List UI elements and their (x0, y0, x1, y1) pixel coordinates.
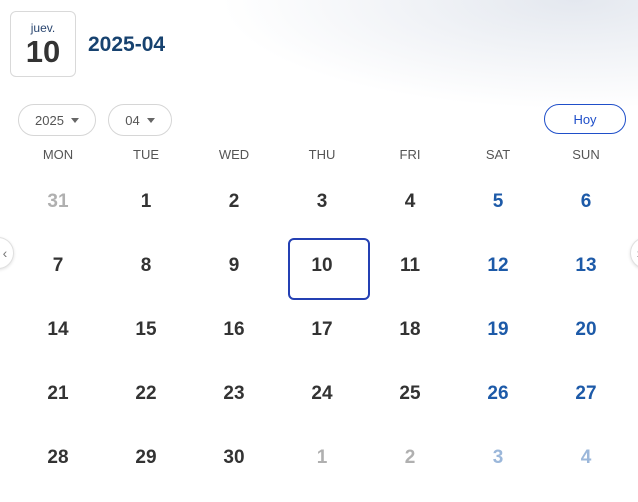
calendar-day-number: 28 (47, 447, 69, 468)
calendar-day-number: 8 (140, 255, 152, 276)
calendar-day-number: 12 (487, 255, 509, 276)
calendar-day-cell[interactable]: 21 (14, 362, 102, 426)
weekday-label: TUE (133, 147, 159, 162)
calendar-week-row: 14 15 16 17 18 19 20 (14, 298, 630, 362)
calendar-day-cell[interactable]: 6 (542, 170, 630, 234)
chevron-left-icon: ‹ (2, 245, 8, 261)
header-background (218, 0, 638, 110)
calendar-week-row: 7 8 9 10 11 12 13 (14, 234, 630, 300)
calendar-day-number: 17 (311, 319, 333, 340)
card-day: 10 (25, 34, 61, 69)
calendar-day-cell[interactable]: 27 (542, 362, 630, 426)
calendar-day-number: 27 (575, 383, 597, 404)
weekday-label: WED (218, 147, 250, 162)
calendar-day-number: 10 (311, 255, 333, 276)
calendar-day-cell[interactable]: 16 (190, 298, 278, 362)
calendar-day-cell[interactable]: 8 (102, 234, 190, 298)
calendar-day-number: 2 (404, 447, 416, 468)
calendar-day-number: 9 (228, 255, 240, 276)
calendar-day-number: 26 (487, 383, 509, 404)
calendar-grid: 31 1 2 3 4 5 6 7 8 9 10 11 12 13 14 15 16 17 18 19 20 21 22 23 2… (14, 170, 630, 490)
calendar-day-cell[interactable]: 14 (14, 298, 102, 362)
card-weekday: juev. (30, 21, 56, 35)
calendar-day-number: 4 (580, 447, 592, 468)
calendar-day-cell[interactable]: 1 (278, 426, 366, 490)
calendar-day-cell[interactable]: 25 (366, 362, 454, 426)
calendar-day-cell[interactable]: 4 (366, 170, 454, 234)
calendar-day-cell[interactable]: 5 (454, 170, 542, 234)
calendar-day-number: 21 (47, 383, 69, 404)
calendar-day-cell[interactable]: 18 (366, 298, 454, 362)
calendar-day-number: 2 (228, 191, 240, 212)
calendar-day-cell[interactable]: 24 (278, 362, 366, 426)
calendar-day-number: 30 (223, 447, 245, 468)
calendar-day-number: 19 (487, 319, 509, 340)
calendar-day-number: 1 (316, 447, 328, 468)
calendar-day-cell[interactable]: 26 (454, 362, 542, 426)
calendar-day-cell[interactable]: 12 (454, 234, 542, 298)
calendar-day-cell[interactable]: 29 (102, 426, 190, 490)
weekday-label: SAT (485, 147, 511, 162)
calendar-day-cell[interactable]: 20 (542, 298, 630, 362)
month-title: 2025-04 (88, 33, 166, 56)
weekday-label: FRI (399, 147, 421, 162)
calendar-day-cell[interactable]: 13 (542, 234, 630, 298)
calendar-day-cell[interactable]: 2 (190, 170, 278, 234)
calendar-day-cell[interactable]: 28 (14, 426, 102, 490)
calendar-day-number: 3 (492, 447, 504, 468)
calendar-week-row: 28 29 30 1 2 3 4 (14, 426, 630, 490)
calendar-day-number: 31 (47, 191, 69, 212)
calendar-day-number: 1 (140, 191, 152, 212)
calendar-day-number: 11 (399, 255, 421, 276)
calendar-day-cell[interactable]: 10 (278, 234, 370, 300)
current-date-card: juev. 10 (10, 11, 76, 77)
calendar-day-cell[interactable]: 4 (542, 426, 630, 490)
calendar-day-cell[interactable]: 11 (366, 234, 454, 298)
calendar-day-cell[interactable]: 3 (454, 426, 542, 490)
calendar-day-number: 4 (404, 191, 416, 212)
month-select-value: 04 (125, 112, 140, 128)
calendar-day-cell[interactable]: 9 (190, 234, 278, 298)
calendar-day-number: 5 (492, 191, 504, 212)
month-select[interactable]: 04 (108, 104, 172, 136)
prev-month-button[interactable]: ‹ (0, 237, 14, 269)
calendar-day-cell[interactable]: 22 (102, 362, 190, 426)
calendar-day-number: 29 (135, 447, 157, 468)
weekday-header-row: MON TUE WED THU FRI SAT SUN (14, 147, 630, 162)
calendar-day-cell[interactable]: 1 (102, 170, 190, 234)
calendar-day-cell[interactable]: 19 (454, 298, 542, 362)
calendar-day-number: 6 (580, 191, 592, 212)
calendar-day-cell[interactable]: 7 (14, 234, 102, 298)
calendar-day-number: 18 (399, 319, 421, 340)
year-select[interactable]: 2025 (18, 104, 96, 136)
calendar-day-number: 22 (135, 383, 157, 404)
caret-down-icon (146, 117, 155, 123)
calendar-day-cell[interactable]: 31 (14, 170, 102, 234)
caret-down-icon (70, 117, 79, 123)
calendar-day-number: 7 (52, 255, 64, 276)
calendar-day-number: 16 (223, 319, 245, 340)
calendar-week-row: 21 22 23 24 25 26 27 (14, 362, 630, 426)
calendar-day-number: 25 (399, 383, 421, 404)
calendar-day-cell[interactable]: 17 (278, 298, 366, 362)
calendar-day-number: 13 (575, 255, 597, 276)
weekday-label: SUN (572, 147, 600, 162)
calendar-day-cell[interactable]: 23 (190, 362, 278, 426)
year-select-value: 2025 (35, 112, 64, 128)
calendar-day-number: 20 (575, 319, 597, 340)
weekday-label: MON (42, 147, 74, 162)
next-month-button[interactable]: › (630, 237, 638, 269)
calendar-day-cell[interactable]: 15 (102, 298, 190, 362)
calendar-day-number: 24 (311, 383, 333, 404)
calendar-week-row: 31 1 2 3 4 5 6 (14, 170, 630, 234)
calendar-day-number: 15 (135, 319, 157, 340)
calendar-day-number: 14 (47, 319, 69, 340)
calendar-day-cell[interactable]: 3 (278, 170, 366, 234)
weekday-label: THU (308, 147, 336, 162)
today-button[interactable]: Hoy (544, 104, 626, 134)
calendar-day-number: 3 (316, 191, 328, 212)
calendar-day-cell[interactable]: 30 (190, 426, 278, 490)
calendar-day-number: 23 (223, 383, 245, 404)
calendar-day-cell[interactable]: 2 (366, 426, 454, 490)
